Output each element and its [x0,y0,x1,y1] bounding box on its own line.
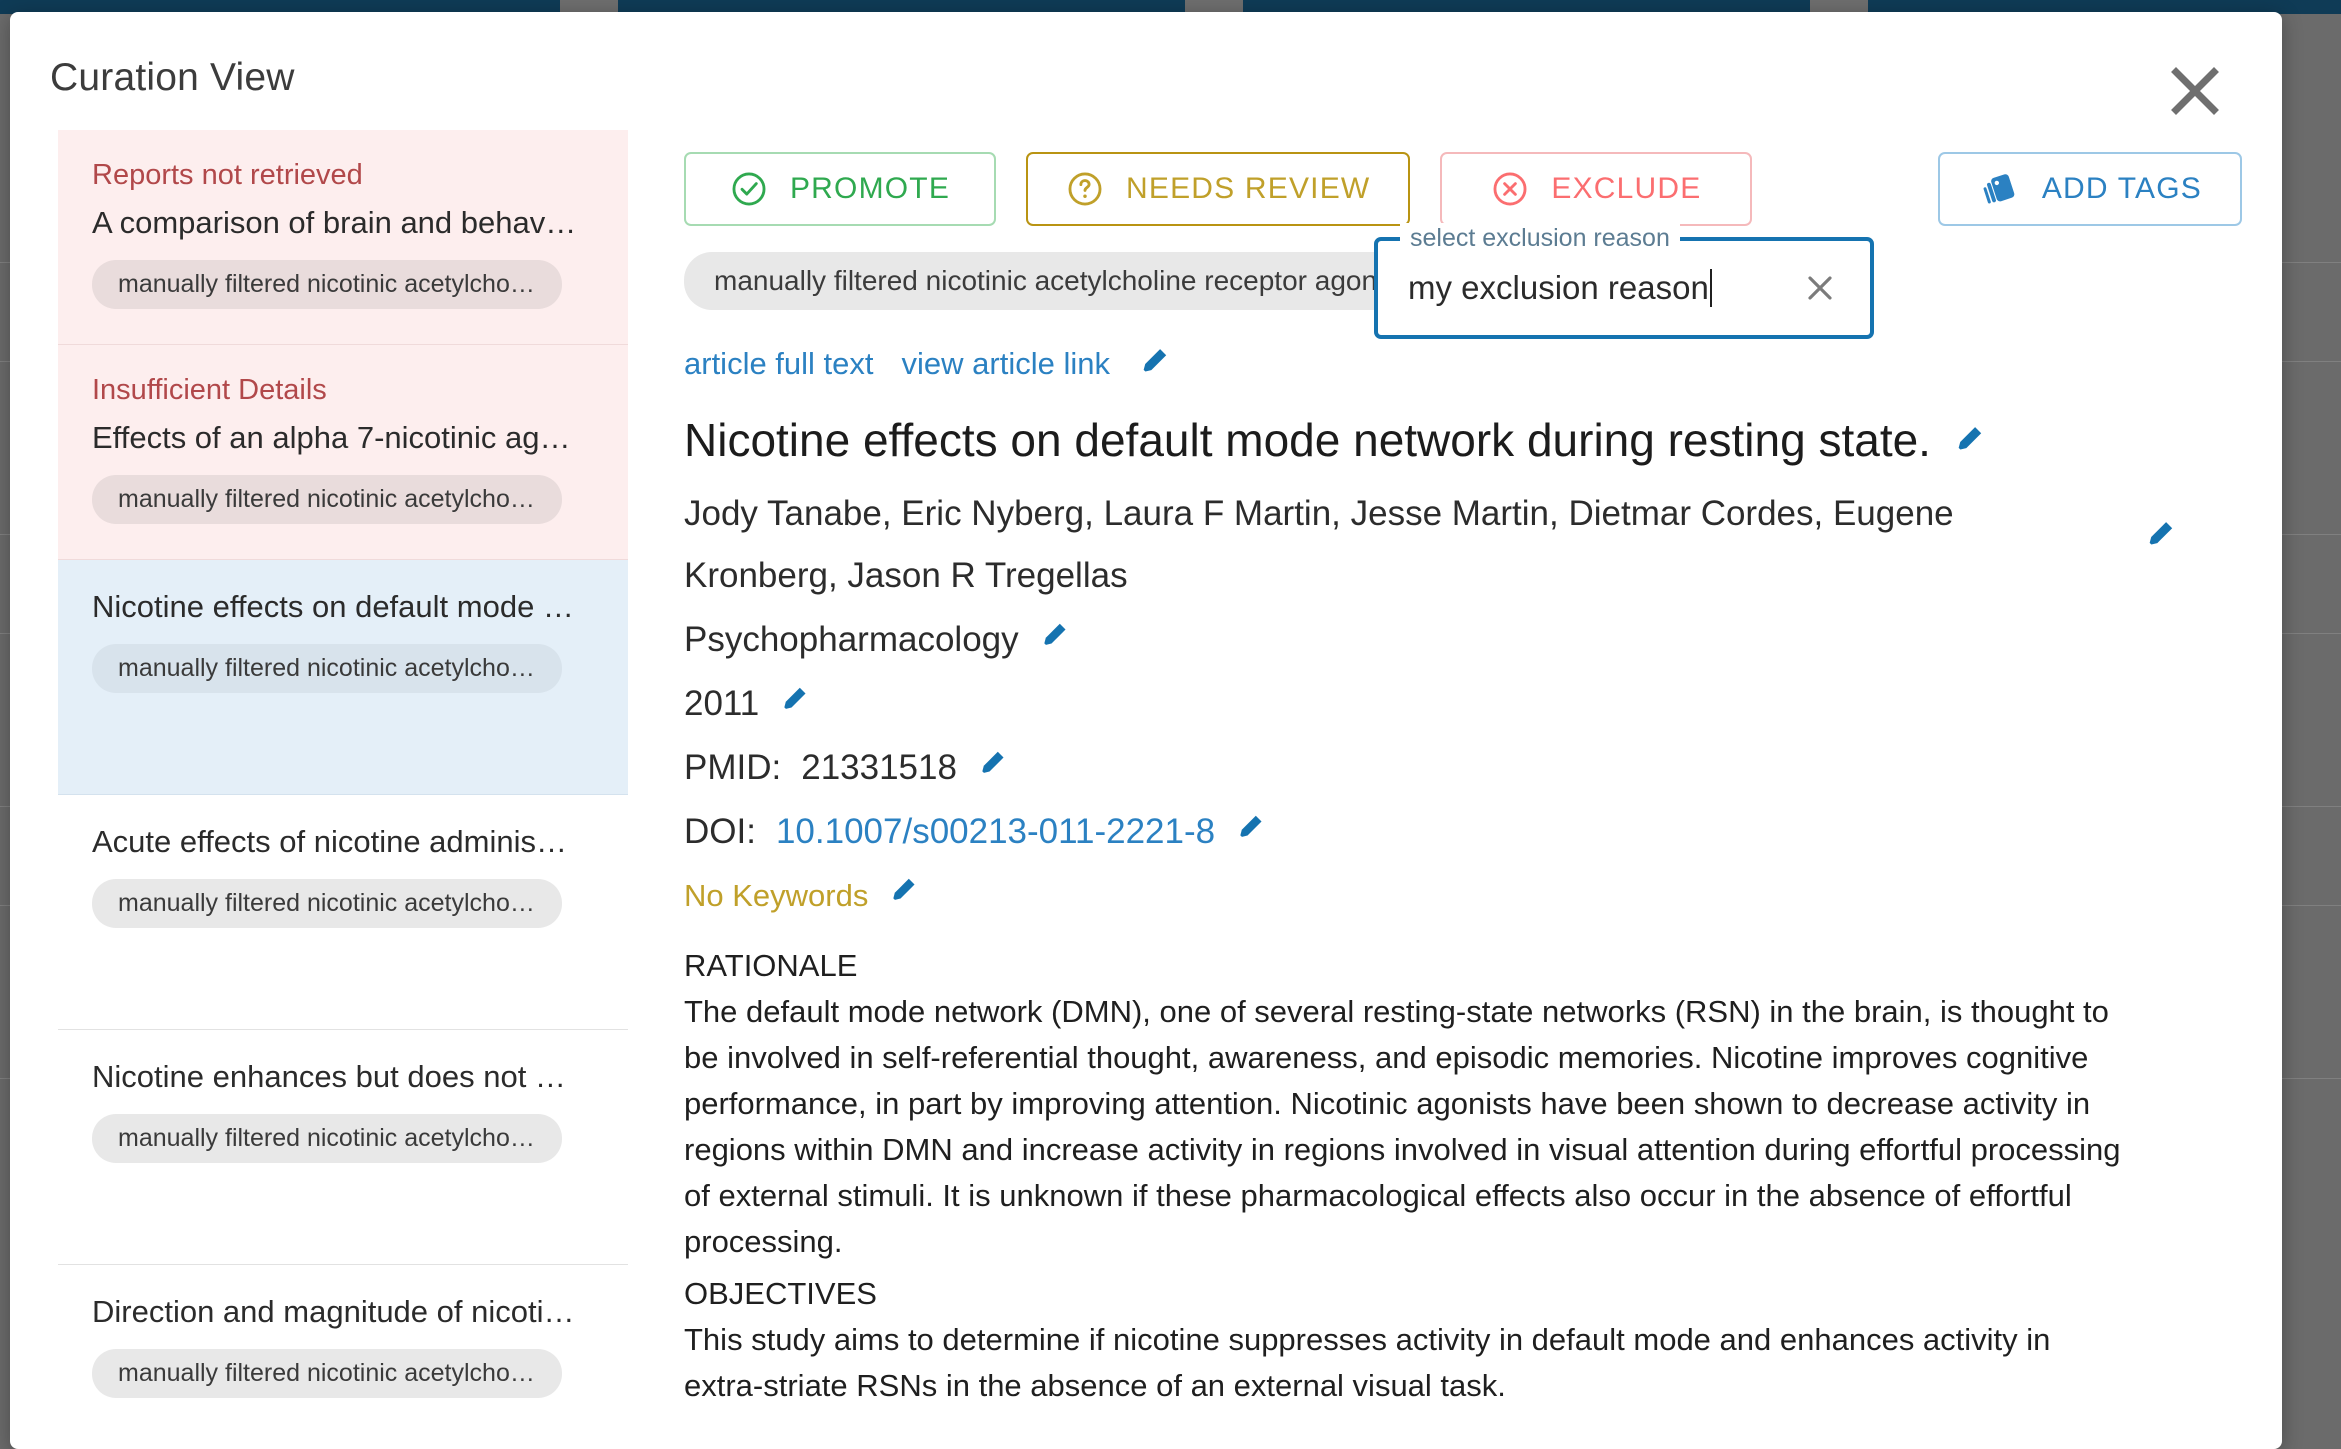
promote-button[interactable]: PROMOTE [684,152,996,226]
pencil-icon[interactable] [1235,801,1267,863]
curation-action-toolbar: PROMOTE NEEDS REVIEW [684,152,2242,226]
list-item-title: Effects of an alpha 7-nicotinic ag… [92,415,594,461]
page-title: Curation View [50,56,295,100]
article-detail-panel: PROMOTE NEEDS REVIEW [628,130,2282,1449]
list-item-selected[interactable]: Nicotine effects on default mode … manua… [58,560,628,795]
keywords-value: No Keywords [684,865,868,927]
list-item-tag: manually filtered nicotinic acetylcholin… [92,644,562,693]
exclusion-reason-input[interactable]: my exclusion reason [1408,269,1800,307]
pmid-label: PMID: [684,737,781,799]
list-item[interactable]: Nicotine enhances but does not … manuall… [58,1030,628,1265]
article-pmid-row: PMID: 21331518 [684,737,2242,799]
list-item-title: Nicotine enhances but does not … [92,1054,594,1100]
needs-review-button[interactable]: NEEDS REVIEW [1026,152,1410,226]
list-item-tag: manually filtered nicotinic acetylcholin… [92,475,562,524]
abstract-body: The default mode network (DMN), one of s… [684,989,2134,1265]
check-circle-icon [730,170,768,208]
exclude-button[interactable]: EXCLUDE [1440,152,1752,226]
article-title: Nicotine effects on default mode network… [684,411,1931,469]
article-full-text-link[interactable]: article full text [684,346,874,382]
list-item-title: Nicotine effects on default mode … [92,584,594,630]
exclusion-reason-field[interactable]: select exclusion reason my exclusion rea… [1374,237,1874,339]
tags-icon [1978,168,2020,210]
pmid-value: 21331518 [801,737,957,799]
curation-view-modal: Curation View Reports not retrieved A co… [10,12,2282,1449]
modal-body: Reports not retrieved A comparison of br… [10,130,2282,1449]
list-item[interactable]: Direction and magnitude of nicoti… manua… [58,1265,628,1449]
pencil-icon[interactable] [977,737,1009,799]
promote-label: PROMOTE [790,172,950,206]
pencil-icon[interactable] [888,865,920,927]
article-authors: Jody Tanabe, Eric Nyberg, Laura F Martin… [684,483,2114,607]
list-item-title: Direction and magnitude of nicoti… [92,1289,594,1335]
add-tags-label: ADD TAGS [2042,172,2202,206]
abstract-heading: RATIONALE [684,943,2134,989]
article-authors-row: Jody Tanabe, Eric Nyberg, Laura F Martin… [684,483,2242,607]
article-keywords-row: No Keywords [684,865,2242,927]
abstract-body: This study aims to determine if nicotine… [684,1317,2134,1409]
exclusion-reason-select[interactable]: select exclusion reason my exclusion rea… [1374,237,1874,339]
list-item-status: Insufficient Details [92,369,594,411]
needs-review-label: NEEDS REVIEW [1126,172,1370,206]
pencil-icon[interactable] [779,673,811,735]
view-article-link[interactable]: view article link [902,346,1110,382]
doi-link[interactable]: 10.1007/s00213-011-2221-8 [776,801,1215,863]
x-circle-icon [1491,170,1529,208]
list-item[interactable]: Insufficient Details Effects of an alpha… [58,345,628,560]
modal-header: Curation View [10,12,2282,130]
list-item-tag: manually filtered nicotinic acetylcholin… [92,260,562,309]
abstract-heading: OBJECTIVES [684,1271,2134,1317]
article-year: 2011 [684,673,759,735]
article-title-row: Nicotine effects on default mode network… [684,411,2242,469]
question-circle-icon [1066,170,1104,208]
pencil-icon[interactable] [1138,344,1172,383]
exclude-label: EXCLUDE [1551,172,1701,206]
list-item-title: A comparison of brain and behav… [92,200,594,246]
list-item-title: Acute effects of nicotine adminis… [92,819,594,865]
add-tags-button[interactable]: ADD TAGS [1938,152,2242,226]
list-item-tag: manually filtered nicotinic acetylcholin… [92,1349,562,1398]
clear-icon[interactable] [1800,268,1840,308]
list-item[interactable]: Reports not retrieved A comparison of br… [58,130,628,345]
article-journal-row: Psychopharmacology [684,609,2242,671]
pencil-icon[interactable] [2144,509,2178,571]
list-item-tag: manually filtered nicotinic acetylcholin… [92,879,562,928]
article-abstract: RATIONALE The default mode network (DMN)… [684,943,2134,1409]
article-journal: Psychopharmacology [684,609,1019,671]
doi-label: DOI: [684,801,756,863]
article-links-row: article full text view article link [684,344,2242,383]
article-tag-chip[interactable]: manually filtered nicotinic acetylcholin… [684,252,1449,310]
exclusion-reason-value: my exclusion reason [1408,269,1709,306]
text-caret [1710,269,1712,307]
article-list-sidebar[interactable]: Reports not retrieved A comparison of br… [58,130,628,1449]
article-doi-row: DOI: 10.1007/s00213-011-2221-8 [684,801,2242,863]
list-item-status: Reports not retrieved [92,154,594,196]
list-item-tag: manually filtered nicotinic acetylcholin… [92,1114,562,1163]
pencil-icon[interactable] [1039,609,1071,671]
list-item[interactable]: Acute effects of nicotine adminis… manua… [58,795,628,1030]
pencil-icon[interactable] [1953,411,1987,469]
article-year-row: 2011 [684,673,2242,735]
close-icon[interactable] [2166,62,2224,120]
exclusion-reason-legend: select exclusion reason [1400,223,1680,253]
